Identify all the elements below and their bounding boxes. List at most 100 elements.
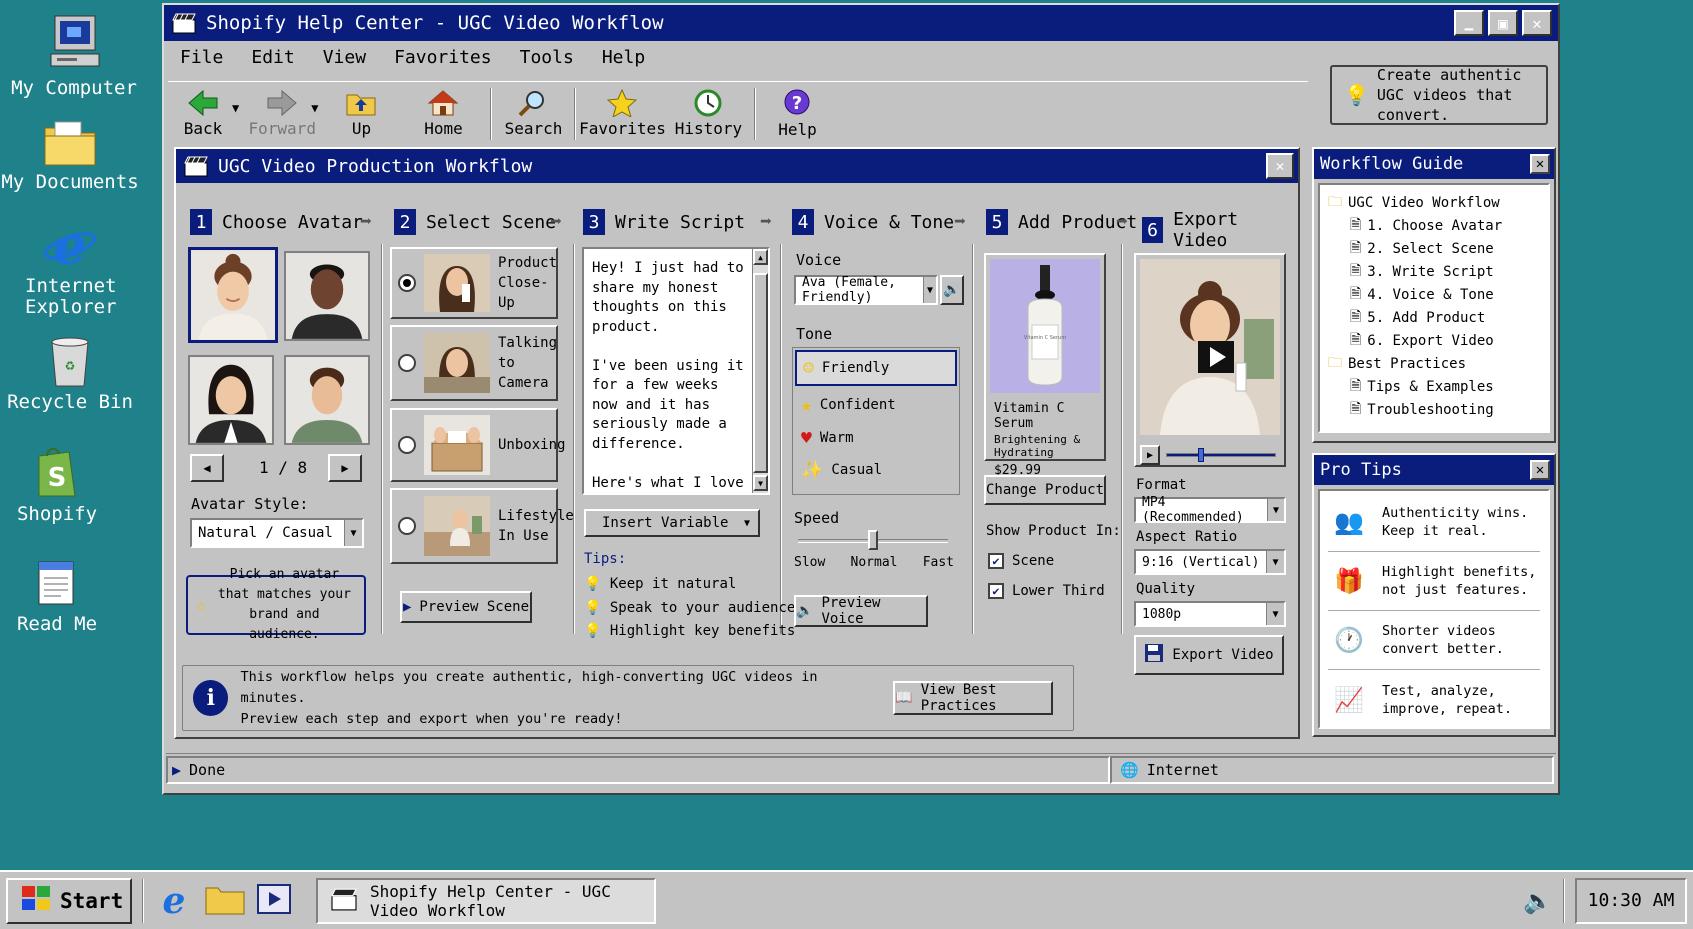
scene-option-lifestyle-in-use[interactable]: Lifestyle In Use bbox=[390, 488, 574, 564]
media-player-icon[interactable] bbox=[256, 883, 292, 919]
insert-variable-button[interactable]: Insert Variable ▼ bbox=[584, 509, 760, 537]
desktop-icon-internet-explorer[interactable]: e Internet Explorer bbox=[0, 220, 140, 318]
tree-item[interactable]: 🗎 4. Voice & Tone bbox=[1328, 283, 1540, 306]
avatar-option-4[interactable] bbox=[284, 355, 370, 445]
tree-folder-ugc[interactable]: 🗀 UGC Video Workflow bbox=[1328, 191, 1540, 214]
scene-radio[interactable] bbox=[398, 517, 416, 535]
taskbar-task-button[interactable]: Shopify Help Center - UGC Video Workflow bbox=[316, 877, 656, 924]
desktop-icon-shopify[interactable]: S Shopify bbox=[0, 442, 127, 525]
speaker-icon: 🔈 bbox=[796, 603, 814, 619]
preview-scene-button[interactable]: ▶ Preview Scene bbox=[400, 591, 532, 623]
close-button[interactable]: ✕ bbox=[1522, 10, 1552, 36]
step-arrow-icon: ➡ bbox=[760, 209, 773, 233]
scene-option-unboxing[interactable]: Unboxing bbox=[390, 408, 565, 482]
tree-item[interactable]: 🗎 2. Select Scene bbox=[1328, 237, 1540, 260]
speaker-icon[interactable]: 🔈 bbox=[1523, 887, 1553, 915]
start-button[interactable]: Start bbox=[6, 877, 132, 924]
chevron-down-icon: ▼ bbox=[743, 517, 750, 529]
scroll-up-icon[interactable]: ▲ bbox=[753, 249, 768, 265]
preview-voice-button[interactable]: 🔈 Preview Voice bbox=[794, 595, 928, 627]
folder-icon[interactable] bbox=[204, 882, 246, 920]
up-button[interactable]: Up bbox=[326, 89, 396, 138]
menu-view[interactable]: View bbox=[323, 47, 366, 68]
menu-edit[interactable]: Edit bbox=[251, 47, 294, 68]
scene-option-talking-to-camera[interactable]: Talking to Camera bbox=[390, 325, 558, 401]
avatar-next-button[interactable]: ▶ bbox=[328, 454, 362, 482]
quality-select[interactable]: 1080p ▼ bbox=[1134, 601, 1286, 627]
document-icon: 🗎 bbox=[1350, 400, 1362, 417]
search-button[interactable]: Search bbox=[498, 89, 568, 138]
menu-favorites[interactable]: Favorites bbox=[394, 47, 492, 68]
export-video-button[interactable]: Export Video bbox=[1134, 635, 1284, 675]
avatar-option-1[interactable] bbox=[188, 247, 278, 343]
desktop-icon-recycle-bin[interactable]: ♻ Recycle Bin bbox=[0, 334, 140, 413]
tone-option-warm[interactable]: ♥ Warm bbox=[793, 422, 959, 454]
pro-tips-close-button[interactable]: ✕ bbox=[1530, 460, 1550, 480]
script-scrollbar[interactable]: ▲ ▼ bbox=[752, 249, 768, 493]
forward-dropdown-icon[interactable]: ▼ bbox=[311, 101, 318, 115]
tone-option-friendly[interactable]: ☺ Friendly bbox=[795, 350, 957, 386]
scene-radio[interactable] bbox=[398, 436, 416, 454]
tree-item[interactable]: 🗎 1. Choose Avatar bbox=[1328, 214, 1540, 237]
desktop-icon-my-documents[interactable]: My Documents bbox=[0, 118, 140, 193]
tree-item[interactable]: 🗎 6. Export Video bbox=[1328, 329, 1540, 352]
play-button[interactable]: ▶ bbox=[1140, 445, 1160, 465]
product-subtitle: Brightening & Hydrating bbox=[994, 433, 1081, 459]
aspect-ratio-select[interactable]: 9:16 (Vertical) ▼ bbox=[1134, 549, 1286, 575]
tips-label: Tips: bbox=[584, 551, 627, 567]
format-select[interactable]: MP4 (Recommended) ▼ bbox=[1134, 495, 1286, 525]
clock[interactable]: 10:30 AM bbox=[1575, 877, 1687, 924]
tone-option-confident[interactable]: ★ Confident bbox=[793, 388, 959, 422]
maximize-button[interactable]: ▣ bbox=[1488, 10, 1518, 36]
menu-help[interactable]: Help bbox=[602, 47, 645, 68]
tree-item[interactable]: 🗎 Troubleshooting bbox=[1328, 398, 1540, 421]
desktop-icon-my-computer[interactable]: My Computer bbox=[4, 14, 144, 99]
back-dropdown-icon[interactable]: ▼ bbox=[232, 101, 239, 115]
voice-select[interactable]: Ava (Female, Friendly) ▼ bbox=[794, 275, 938, 305]
scene-radio[interactable] bbox=[398, 354, 416, 372]
video-progress-thumb[interactable] bbox=[1198, 448, 1205, 462]
internet-explorer-icon[interactable]: e bbox=[154, 880, 194, 922]
avatar-option-2[interactable] bbox=[284, 251, 370, 341]
folder-icon bbox=[44, 121, 96, 166]
workflow-close-button[interactable]: ✕ bbox=[1266, 153, 1294, 179]
menu-tools[interactable]: Tools bbox=[520, 47, 574, 68]
menu-file[interactable]: File bbox=[180, 47, 223, 68]
floppy-disk-icon bbox=[1144, 643, 1164, 667]
tree-item[interactable]: 🗎 3. Write Script bbox=[1328, 260, 1540, 283]
speed-slider-thumb[interactable] bbox=[868, 530, 878, 550]
window-titlebar[interactable]: Shopify Help Center - UGC Video Workflow… bbox=[164, 5, 1558, 41]
tree-folder-best-practices[interactable]: 🗀 Best Practices bbox=[1328, 352, 1540, 375]
back-button[interactable]: Back bbox=[168, 89, 238, 138]
minimize-button[interactable]: ▁ bbox=[1454, 10, 1484, 36]
voice-speaker-button[interactable]: 🔊 bbox=[940, 275, 964, 305]
checkbox-checked[interactable]: ✔ bbox=[988, 553, 1004, 569]
scroll-down-icon[interactable]: ▼ bbox=[753, 475, 768, 491]
guide-close-button[interactable]: ✕ bbox=[1530, 154, 1550, 174]
clapperboard-icon bbox=[184, 155, 208, 177]
view-best-practices-button[interactable]: 📖 View Best Practices bbox=[893, 681, 1054, 715]
history-button[interactable]: History bbox=[668, 89, 748, 138]
avatar-option-3[interactable] bbox=[188, 355, 274, 445]
tree-item[interactable]: 🗎 Tips & Examples bbox=[1328, 375, 1540, 398]
avatar-style-select[interactable]: Natural / Casual ▼ bbox=[190, 518, 364, 548]
speed-slider[interactable] bbox=[798, 530, 948, 550]
desktop-icon-read-me[interactable]: Read Me bbox=[0, 556, 127, 635]
checkbox-checked[interactable]: ✔ bbox=[988, 583, 1004, 599]
forward-button[interactable]: Forward bbox=[247, 89, 317, 138]
tree-item[interactable]: 🗎 5. Add Product bbox=[1328, 306, 1540, 329]
desktop-icon-label: Internet Explorer bbox=[25, 275, 117, 318]
change-product-button[interactable]: Change Product bbox=[984, 475, 1106, 505]
video-progress-track[interactable] bbox=[1166, 448, 1276, 462]
favorites-button[interactable]: Favorites bbox=[579, 89, 666, 138]
show-in-scene-checkbox[interactable]: ✔ Scene bbox=[988, 553, 1054, 569]
avatar-prev-button[interactable]: ◀ bbox=[190, 454, 224, 482]
show-in-lower-third-checkbox[interactable]: ✔ Lower Third bbox=[988, 583, 1105, 599]
scene-radio-selected[interactable] bbox=[398, 274, 416, 292]
scene-option-product-close-up[interactable]: Product Close-Up bbox=[390, 247, 558, 319]
home-button[interactable]: Home bbox=[408, 89, 478, 138]
tone-option-casual[interactable]: ✨ Casual bbox=[793, 454, 959, 486]
help-button[interactable]: ? Help bbox=[762, 88, 832, 139]
script-textarea[interactable]: Hey! I just had to share my honest thoug… bbox=[582, 247, 770, 495]
workflow-titlebar: UGC Video Production Workflow ✕ bbox=[176, 149, 1298, 183]
